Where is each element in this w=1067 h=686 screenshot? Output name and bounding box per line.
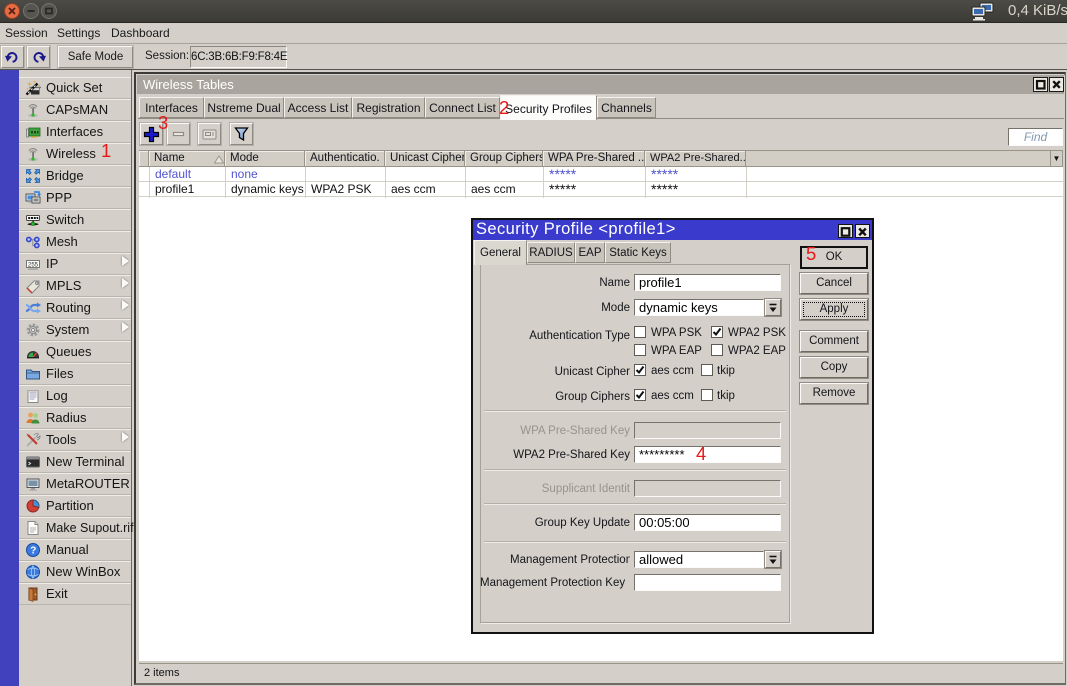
svg-text:255: 255 [28, 263, 39, 269]
svg-text:?: ? [30, 546, 36, 557]
